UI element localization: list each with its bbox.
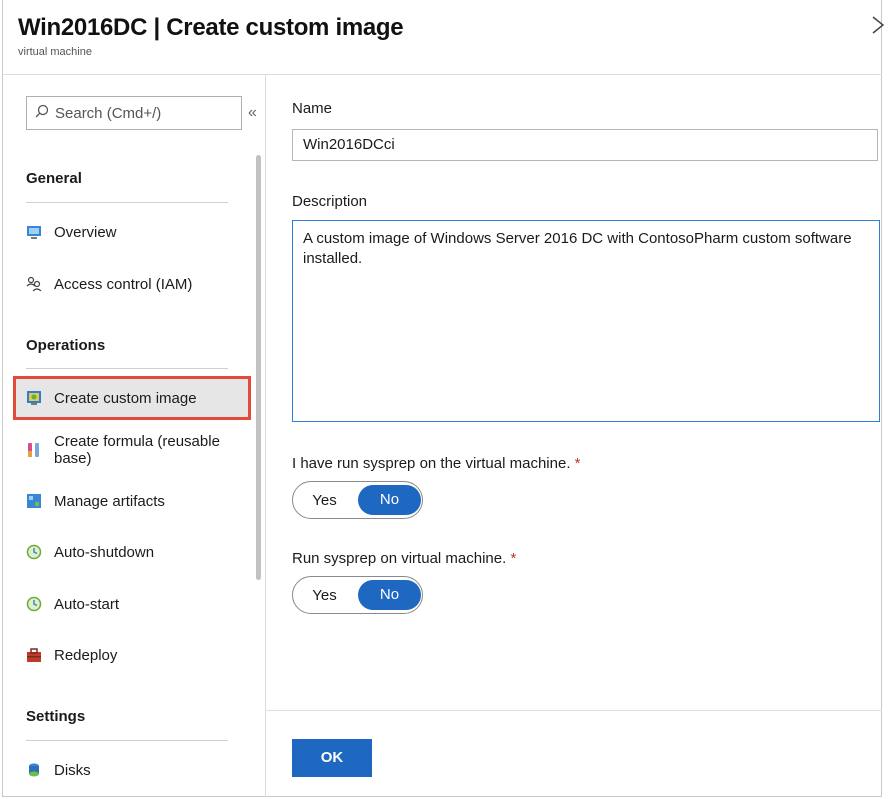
- sidebar-item-auto-start[interactable]: Auto-start: [14, 583, 250, 625]
- required-marker: *: [510, 550, 517, 567]
- sidebar-item-create-custom-image[interactable]: Create custom image: [13, 376, 251, 420]
- sidebar-item-disks[interactable]: Disks: [14, 749, 250, 791]
- section-settings: Settings: [26, 708, 86, 725]
- sidebar-item-access-control[interactable]: Access control (IAM): [14, 263, 250, 305]
- sidebar-item-label: Auto-shutdown: [54, 543, 155, 561]
- sidebar-item-label: Create custom image: [54, 389, 197, 407]
- search-placeholder: Search (Cmd+/): [55, 104, 162, 122]
- image-icon: [26, 390, 42, 406]
- sidebar-item-manage-artifacts[interactable]: Manage artifacts: [14, 480, 250, 522]
- clock-icon: [26, 596, 42, 612]
- sysprep-run-label: I have run sysprep on the virtual machin…: [292, 455, 581, 472]
- toggle-option-yes[interactable]: Yes: [293, 492, 356, 509]
- clock-icon: [26, 544, 42, 560]
- sysprep-do-label-text: Run sysprep on virtual machine.: [292, 550, 507, 567]
- sidebar-item-overview[interactable]: Overview: [14, 211, 250, 253]
- sidebar-item-label: Overview: [54, 223, 117, 241]
- sidebar-item-label: Access control (IAM): [54, 275, 193, 293]
- sysprep-do-label: Run sysprep on virtual machine. *: [292, 550, 516, 567]
- people-icon: [26, 276, 42, 292]
- sidebar-item-auto-shutdown[interactable]: Auto-shutdown: [14, 531, 250, 573]
- sidebar-item-redeploy[interactable]: Redeploy: [14, 634, 250, 676]
- toggle-option-yes[interactable]: Yes: [293, 587, 356, 604]
- sidebar-item-label: Disks: [54, 761, 91, 779]
- toggle-option-no[interactable]: No: [358, 580, 421, 610]
- artifact-icon: [26, 493, 42, 509]
- section-divider: [26, 740, 228, 741]
- sidebar-item-label: Create formula (reusable base): [54, 433, 220, 467]
- formula-icon: [26, 442, 42, 458]
- required-marker: *: [574, 455, 581, 472]
- sidebar-item-label: Manage artifacts: [54, 492, 165, 510]
- sidebar-item-label: Redeploy: [54, 646, 118, 664]
- section-divider: [26, 202, 228, 203]
- name-label: Name: [292, 100, 333, 117]
- section-general: General: [26, 170, 82, 187]
- disk-icon: [26, 762, 42, 778]
- collapse-sidebar-icon[interactable]: «: [248, 104, 257, 122]
- description-field[interactable]: A custom image of Windows Server 2016 DC…: [292, 220, 880, 422]
- sidebar-scrollbar[interactable]: [256, 155, 261, 580]
- vm-icon: [26, 224, 42, 240]
- search-icon: [35, 104, 49, 122]
- page-subtitle: virtual machine: [18, 46, 92, 58]
- section-operations: Operations: [26, 337, 106, 354]
- footer-divider: [266, 710, 882, 711]
- close-icon[interactable]: [872, 14, 885, 42]
- section-divider: [26, 368, 228, 369]
- sysprep-run-toggle[interactable]: Yes No: [292, 481, 423, 519]
- description-label: Description: [292, 193, 368, 210]
- search-input[interactable]: Search (Cmd+/): [26, 96, 242, 130]
- page-title: Win2016DC | Create custom image: [18, 14, 404, 41]
- sysprep-run-label-text: I have run sysprep on the virtual machin…: [292, 455, 571, 472]
- ok-button[interactable]: OK: [292, 739, 372, 777]
- sysprep-do-toggle[interactable]: Yes No: [292, 576, 423, 614]
- sidebar-item-create-formula[interactable]: Create formula (reusable base): [14, 429, 250, 471]
- blade-header: Win2016DC | Create custom image virtual …: [18, 14, 404, 58]
- sidebar-item-label: Auto-start: [54, 595, 120, 613]
- toggle-option-no[interactable]: No: [358, 485, 421, 515]
- name-field[interactable]: Win2016DCci: [292, 129, 878, 161]
- toolbox-icon: [26, 647, 42, 663]
